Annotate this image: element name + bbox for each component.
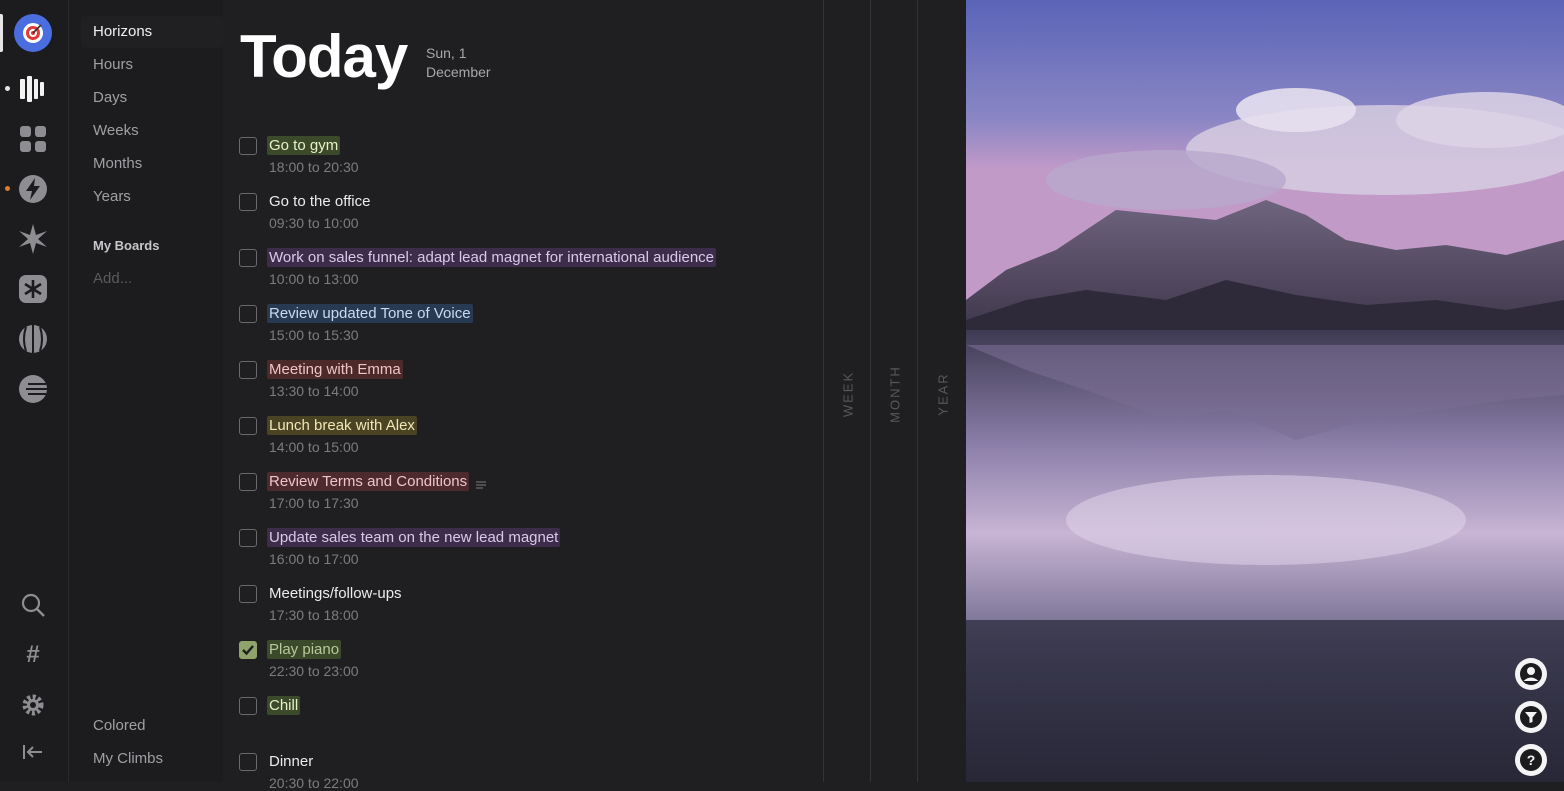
task-checkbox[interactable] [239,585,257,603]
active-indicator [0,14,3,52]
task-name[interactable]: Dinner [267,752,315,771]
grid-icon[interactable] [16,122,50,156]
task-time: 13:30 to 14:00 [269,383,359,399]
task-name[interactable]: Update sales team on the new lead magnet [267,528,561,547]
task-time: 17:00 to 17:30 [269,495,359,511]
task-name[interactable]: Lunch break with Alex [267,416,417,435]
task-name[interactable]: Go to gym [267,136,341,155]
task-name[interactable]: Chill [267,696,301,715]
background-photo [966,0,1564,782]
lightning-icon[interactable] [16,172,50,206]
date-weekday: Sun, 1 [426,45,467,61]
target-avatar-icon[interactable] [14,14,52,52]
notification-dot [5,186,10,191]
date-label: Sun, 1 December [426,44,491,82]
star-burst-icon[interactable] [16,222,50,256]
task-time: 09:30 to 10:00 [269,215,359,231]
task-checkbox[interactable] [239,249,257,267]
task-name[interactable]: Meeting with Emma [267,360,403,379]
nav-item-hours[interactable]: Hours [93,56,133,73]
nav-item-years[interactable]: Years [93,188,131,205]
week-column[interactable]: WEEK [823,0,871,782]
board-my-climbs[interactable]: My Climbs [93,750,163,767]
month-label: MONTH [887,365,902,423]
task-name[interactable]: Play piano [267,640,342,659]
task-name[interactable]: Meetings/follow-ups [267,584,404,603]
notes-icon [475,477,487,489]
task-checkbox[interactable] [239,137,257,155]
task-checkbox[interactable] [239,305,257,323]
filter-icon[interactable] [1515,701,1547,733]
task-name[interactable]: Work on sales funnel: adapt lead magnet … [267,248,717,267]
globe-icon[interactable] [16,322,50,356]
date-month: December [426,64,491,80]
task-time: 16:00 to 17:00 [269,551,359,567]
task-time: 18:00 to 20:30 [269,159,359,175]
nav-item-horizons[interactable]: Horizons [93,23,152,40]
task-time: 15:00 to 15:30 [269,327,359,343]
user-icon[interactable] [1515,658,1547,690]
task-time: 20:30 to 22:00 [269,775,359,791]
asterisk-icon[interactable] [16,272,50,306]
task-checkbox[interactable] [239,641,257,659]
page-title: Today [240,23,408,90]
year-column[interactable]: YEAR [917,0,967,782]
task-time: 10:00 to 13:00 [269,271,359,287]
task-checkbox[interactable] [239,193,257,211]
task-name[interactable]: Go to the office [267,192,372,211]
help-icon[interactable]: ? [1515,744,1547,776]
nav-item-months[interactable]: Months [93,155,142,172]
search-icon[interactable] [16,588,50,622]
gear-icon[interactable] [16,688,50,722]
help-label: ? [1520,749,1542,771]
task-checkbox[interactable] [239,417,257,435]
nav-item-days[interactable]: Days [93,89,127,106]
week-label: WEEK [840,370,855,418]
collapse-icon[interactable] [16,735,50,769]
current-dot [5,86,10,91]
task-checkbox[interactable] [239,697,257,715]
task-name[interactable]: Review Terms and Conditions [267,472,470,491]
planet-icon[interactable] [16,372,50,406]
board-colored[interactable]: Colored [93,717,146,734]
task-time: 22:30 to 23:00 [269,663,359,679]
today-panel: Today Sun, 1 December Go to gym 18:00 to … [224,0,824,791]
nav-item-weeks[interactable]: Weeks [93,122,139,139]
horizons-nav: Horizons Hours Days Weeks Months Years M… [69,0,223,782]
task-time: 14:00 to 15:00 [269,439,359,455]
task-checkbox[interactable] [239,753,257,771]
task-time: 17:30 to 18:00 [269,607,359,623]
bars-icon[interactable] [16,72,50,106]
icon-rail: # [0,0,69,782]
year-label: YEAR [935,372,950,416]
add-board-button[interactable]: Add... [93,270,132,287]
my-boards-heading: My Boards [93,238,160,253]
task-name[interactable]: Review updated Tone of Voice [267,304,473,323]
month-column[interactable]: MONTH [870,0,918,782]
task-checkbox[interactable] [239,473,257,491]
task-checkbox[interactable] [239,529,257,547]
task-checkbox[interactable] [239,361,257,379]
checkmark-icon [241,644,254,655]
hash-icon[interactable]: # [16,638,50,672]
